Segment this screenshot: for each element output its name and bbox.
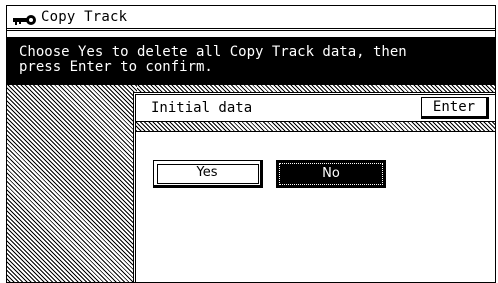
panel-header: Initial data Enter — [136, 95, 495, 122]
panel-title: Initial data — [151, 100, 253, 116]
panel-hatched-stripe — [136, 122, 495, 132]
yes-button[interactable]: Yes — [153, 160, 263, 188]
screen-title: Copy Track — [41, 9, 128, 25]
hatched-side-area — [7, 85, 137, 282]
no-button-selected[interactable]: No — [276, 160, 386, 188]
key-icon — [13, 11, 37, 25]
copy-track-screen: Copy Track Choose Yes to delete all Copy… — [6, 5, 496, 283]
instruction-message: Choose Yes to delete all Copy Track data… — [7, 37, 495, 85]
enter-button[interactable]: Enter — [421, 97, 489, 119]
title-bar: Copy Track — [7, 6, 495, 31]
initial-data-panel: Initial data Enter Yes No — [133, 92, 495, 282]
